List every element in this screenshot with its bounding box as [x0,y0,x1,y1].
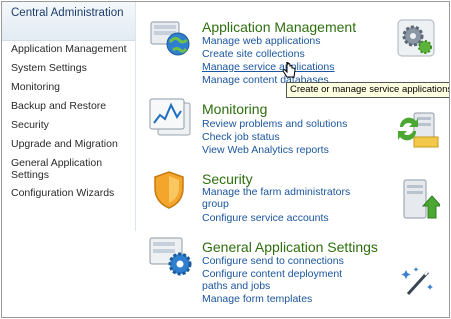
section-title-general-application-settings[interactable]: General Application Settings [202,239,378,255]
link-review-problems-solutions[interactable]: Review problems and solutions [202,118,347,130]
nav-item-general-application-settings[interactable]: General Application Settings [11,157,129,181]
shield-icon [152,170,186,215]
settings-gear-icon [148,234,194,283]
tooltip: Create or manage service applications [286,82,449,98]
server-upload-icon [400,178,443,227]
sync-server-icon [394,107,440,156]
link-manage-form-templates[interactable]: Manage form templates [202,293,312,305]
hand-cursor-icon [282,58,296,85]
central-admin-window: Central Administration Application Manag… [1,1,450,318]
nav-header-label[interactable]: Central Administration [11,6,131,20]
nav-item-configuration-wizards[interactable]: Configuration Wizards [11,187,135,199]
link-configure-send-to-connections[interactable]: Configure send to connections [202,255,344,267]
magic-wand-icon [398,264,438,305]
nav-item-security[interactable]: Security [11,119,135,131]
nav-item-application-management[interactable]: Application Management [11,43,135,55]
link-view-web-analytics-reports[interactable]: View Web Analytics reports [202,144,329,156]
link-configure-service-accounts[interactable]: Configure service accounts [202,212,329,224]
nav-item-upgrade-migration[interactable]: Upgrade and Migration [11,138,135,150]
nav-item-system-settings[interactable]: System Settings [11,62,135,74]
link-configure-content-deployment[interactable]: Configure content deployment paths and j… [202,268,362,292]
link-manage-service-applications[interactable]: Manage service applications [202,61,335,73]
link-check-job-status[interactable]: Check job status [202,131,280,143]
section-title-application-management[interactable]: Application Management [202,19,356,35]
nav-item-backup-restore[interactable]: Backup and Restore [11,100,135,112]
section-title-security[interactable]: Security [202,171,253,187]
left-navigation: Central Administration Application Manag… [2,2,136,231]
monitor-chart-icon [148,97,194,146]
server-globe-icon [148,18,194,63]
section-title-monitoring[interactable]: Monitoring [202,101,267,117]
link-manage-web-applications[interactable]: Manage web applications [202,35,321,47]
gears-icon [394,16,440,65]
nav-item-monitoring[interactable]: Monitoring [11,81,135,93]
link-create-site-collections[interactable]: Create site collections [202,48,305,60]
nav-header[interactable]: Central Administration [2,2,135,41]
link-manage-farm-administrators-group[interactable]: Manage the farm administrators group [202,186,362,210]
